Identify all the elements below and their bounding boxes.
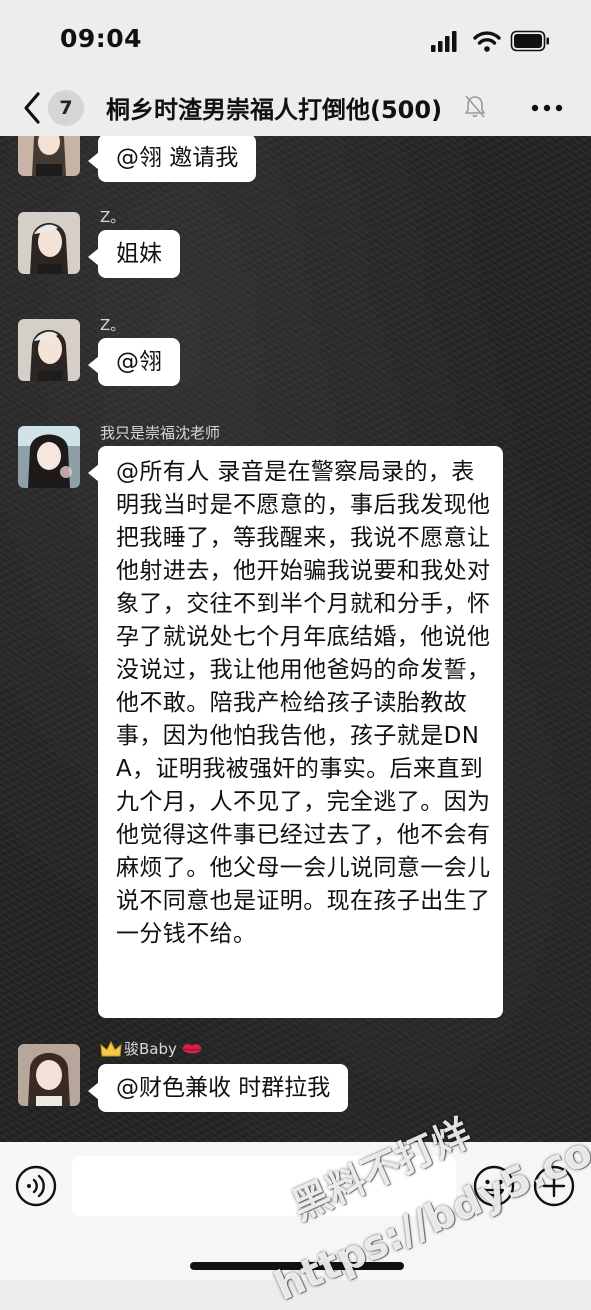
lips-icon: [181, 1043, 202, 1053]
message-text: @所有人 录音是在警察局录的，表明我当时是不愿意的，事后我发现他把我睡了，等我醒…: [116, 459, 491, 947]
emoji-icon[interactable]: [472, 1164, 516, 1208]
message-input[interactable]: [72, 1156, 456, 1216]
avatar[interactable]: [18, 1044, 80, 1106]
message-text: 姐妹: [116, 241, 162, 267]
sender-name: Z。: [100, 316, 126, 334]
battery-icon: [510, 30, 549, 52]
chat-title[interactable]: 桐乡时渣男崇福人打倒他(500): [106, 90, 442, 125]
chat-header: 7 桐乡时渣男崇福人打倒他(500): [0, 80, 591, 136]
message-bubble[interactable]: @所有人 录音是在警察局录的，表明我当时是不愿意的，事后我发现他把我睡了，等我醒…: [88, 446, 503, 1018]
wifi-icon: [473, 31, 501, 52]
voice-icon[interactable]: [14, 1164, 58, 1208]
plus-icon[interactable]: [532, 1164, 576, 1208]
message-bubble[interactable]: @翎 邀请我: [87, 136, 257, 182]
sender-name: Z。: [100, 208, 126, 226]
avatar[interactable]: [18, 319, 80, 381]
chat-messages[interactable]: @翎 邀请我 Z。 姐妹 Z。 @翎 我只是崇福沈老师 @所有人 录音是在警察局…: [0, 136, 591, 1142]
avatar[interactable]: [18, 426, 80, 488]
more-icon[interactable]: [527, 90, 567, 126]
avatar[interactable]: [18, 212, 80, 274]
input-bar: [0, 1142, 591, 1280]
status-bar: 09:04: [0, 0, 591, 80]
message-bubble[interactable]: @翎: [88, 338, 180, 386]
message-text: @财色兼收 时群拉我: [116, 1075, 331, 1101]
signal-icon: [431, 31, 457, 52]
status-time: 09:04: [60, 24, 143, 53]
sender-name: 我只是崇福沈老师: [100, 424, 221, 442]
message-bubble[interactable]: 姐妹: [88, 230, 180, 278]
sender-name: 骏Baby: [124, 1040, 177, 1058]
sender-name-row: 骏Baby: [100, 1038, 203, 1059]
status-icons: [431, 30, 549, 52]
mute-icon: [465, 95, 485, 118]
message-text: @翎: [116, 349, 162, 375]
home-indicator: [190, 1262, 404, 1270]
avatar[interactable]: [18, 136, 80, 176]
crown-icon: [100, 1040, 122, 1056]
message-text: @翎 邀请我: [116, 145, 239, 171]
message-bubble[interactable]: @财色兼收 时群拉我: [87, 1064, 349, 1112]
unread-count-badge[interactable]: 7: [48, 90, 84, 126]
